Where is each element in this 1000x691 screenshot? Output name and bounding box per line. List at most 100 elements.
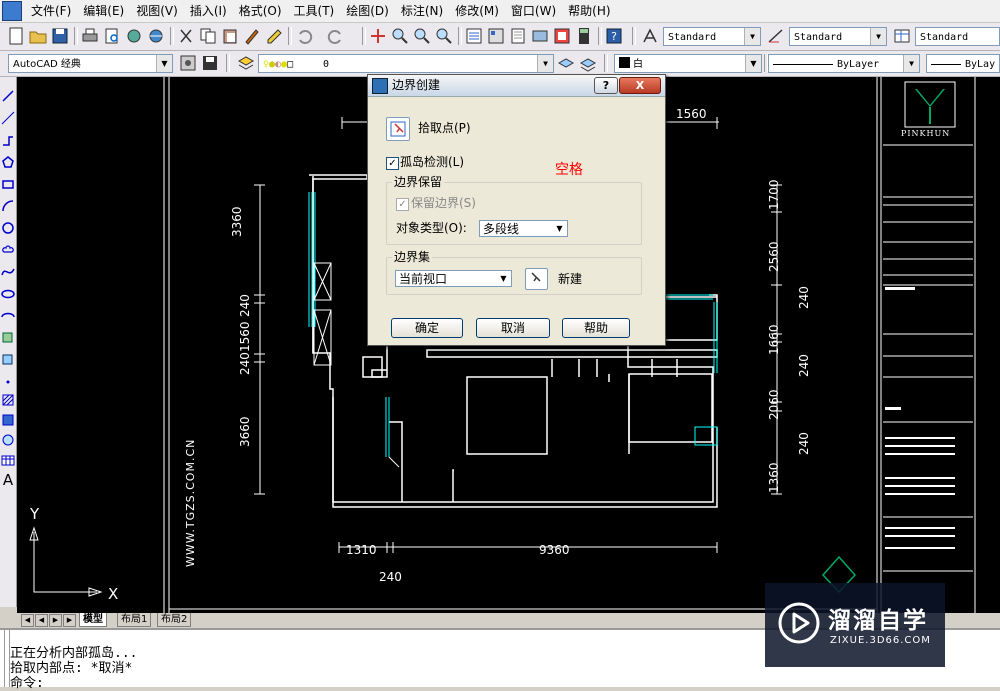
menu-insert[interactable]: 插入(I) (184, 0, 233, 22)
linetype-dropdown[interactable]: ByLayer ▼ (768, 54, 920, 73)
redo-icon[interactable] (326, 26, 346, 46)
make-object-layer-current-icon[interactable] (556, 53, 576, 73)
sheet-set-icon[interactable] (530, 26, 550, 46)
dimension-style-dropdown[interactable]: Standard ▼ (789, 27, 887, 46)
dialog-titlebar[interactable]: 边界创建 ? X (368, 75, 665, 97)
layer-previous-icon[interactable] (578, 53, 598, 73)
tool-palettes-icon[interactable] (508, 26, 528, 46)
command-history-line: 拾取内部点: *取消* (10, 661, 133, 676)
circle-icon[interactable] (1, 221, 15, 235)
first-tab-icon[interactable]: ◀ (21, 614, 34, 627)
layer-dropdown[interactable]: ♀●◐●□ 0 ▼ (258, 54, 554, 73)
menu-file[interactable]: 文件(F) (25, 0, 77, 22)
open-folder-icon[interactable] (28, 26, 48, 46)
table-style-dropdown[interactable]: Standard (915, 27, 1000, 46)
ellipse-arc-icon[interactable] (1, 309, 15, 323)
linetype-sample (773, 63, 833, 65)
print-icon[interactable] (80, 26, 100, 46)
insert-block-icon[interactable] (1, 331, 15, 345)
region-icon[interactable] (1, 433, 15, 447)
layer-properties-icon[interactable] (236, 53, 256, 73)
menu-tools[interactable]: 工具(T) (288, 0, 341, 22)
menu-dimension[interactable]: 标注(N) (395, 0, 449, 22)
color-dropdown[interactable]: 白 ▼ (614, 54, 762, 73)
multiline-text-icon[interactable]: A (1, 473, 15, 488)
undo-icon[interactable] (294, 26, 314, 46)
island-detection-checkbox[interactable]: ✓ (386, 157, 399, 170)
match-properties-icon[interactable] (242, 26, 262, 46)
chevron-down-icon: ▼ (156, 55, 172, 72)
table-style-icon[interactable] (892, 26, 912, 46)
menu-modify[interactable]: 修改(M) (449, 0, 505, 22)
workspace-dropdown[interactable]: AutoCAD 经典 ▼ (8, 54, 173, 73)
menu-window[interactable]: 窗口(W) (505, 0, 562, 22)
menu-format[interactable]: 格式(O) (233, 0, 288, 22)
quickcalc-icon[interactable] (574, 26, 594, 46)
line-icon[interactable] (1, 89, 15, 103)
new-file-icon[interactable] (6, 26, 26, 46)
construction-line-icon[interactable] (1, 111, 15, 125)
menu-edit[interactable]: 编辑(E) (77, 0, 130, 22)
next-tab-icon[interactable]: ▶ (49, 614, 62, 627)
dim-text: 240 (379, 570, 402, 584)
polygon-icon[interactable] (1, 155, 15, 169)
zoom-previous-icon[interactable] (434, 26, 454, 46)
properties-icon[interactable] (464, 26, 484, 46)
tab-model[interactable]: 模型 (79, 613, 107, 627)
close-button[interactable]: X (619, 77, 661, 94)
zoom-window-icon[interactable] (412, 26, 432, 46)
menu-help[interactable]: 帮助(H) (562, 0, 616, 22)
prev-tab-icon[interactable]: ◀ (35, 614, 48, 627)
plot-preview-icon[interactable] (102, 26, 122, 46)
gradient-icon[interactable] (1, 413, 15, 427)
boundary-set-dropdown[interactable]: 当前视口 ▼ (395, 270, 512, 287)
menu-draw[interactable]: 绘图(D) (340, 0, 395, 22)
save-icon[interactable] (50, 26, 70, 46)
last-tab-icon[interactable]: ▶ (63, 614, 76, 627)
spline-icon[interactable] (1, 265, 15, 279)
workspace-save-icon[interactable] (200, 53, 220, 73)
help-icon[interactable]: ? (604, 26, 624, 46)
tab-layout1[interactable]: 布局1 (117, 613, 152, 627)
revision-cloud-icon[interactable] (1, 243, 15, 257)
hatch-icon[interactable] (1, 393, 15, 407)
arc-icon[interactable] (1, 199, 15, 213)
command-history-line: 正在分析内部孤岛... (10, 646, 138, 661)
3d-dwf-icon[interactable] (146, 26, 166, 46)
block-editor-icon[interactable] (264, 26, 284, 46)
paste-icon[interactable] (220, 26, 240, 46)
ok-button[interactable]: 确定 (391, 318, 463, 338)
lineweight-dropdown[interactable]: ByLay (926, 54, 1000, 73)
object-type-dropdown[interactable]: 多段线 ▼ (479, 220, 568, 237)
ellipse-icon[interactable] (1, 287, 15, 301)
linetype-value: ByLayer (837, 59, 880, 70)
copy-icon[interactable] (198, 26, 218, 46)
title-help-button[interactable]: ? (594, 77, 618, 94)
rectangle-icon[interactable] (1, 177, 15, 191)
menu-view[interactable]: 视图(V) (130, 0, 184, 22)
dim-text: 2060 (767, 389, 781, 420)
workspace-settings-icon[interactable] (178, 53, 198, 73)
pan-icon[interactable] (368, 26, 388, 46)
lineweight-value: ByLay (965, 59, 996, 70)
new-boundary-set-button[interactable] (525, 268, 548, 290)
text-style-dropdown[interactable]: Standard ▼ (663, 27, 761, 46)
design-center-icon[interactable] (486, 26, 506, 46)
help-button[interactable]: 帮助 (562, 318, 630, 338)
cancel-button[interactable]: 取消 (476, 318, 550, 338)
tab-layout2[interactable]: 布局2 (157, 613, 192, 627)
dimension-style-icon[interactable] (766, 26, 786, 46)
markup-icon[interactable] (552, 26, 572, 46)
text-style-icon[interactable] (640, 26, 660, 46)
command-prompt[interactable]: 命令: (10, 676, 44, 691)
cut-icon[interactable] (176, 26, 196, 46)
polyline-icon[interactable] (1, 133, 15, 147)
point-icon[interactable] (1, 375, 15, 389)
zoom-realtime-icon[interactable] (390, 26, 410, 46)
make-block-icon[interactable] (1, 353, 15, 367)
pick-points-button[interactable] (386, 117, 410, 141)
publish-icon[interactable] (124, 26, 144, 46)
autocad-app-icon[interactable] (2, 1, 22, 21)
table-icon[interactable] (1, 453, 15, 467)
retain-boundaries-checkbox[interactable]: ✓ (396, 198, 409, 211)
